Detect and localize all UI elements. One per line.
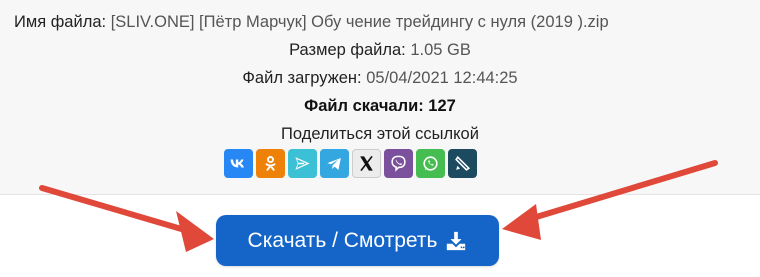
file-size-row: Размер файла: 1.05 GB [0,41,760,60]
upload-date-row: Файл загружен: 05/04/2021 12:44:25 [0,69,760,88]
download-button-label: Скачать / Смотреть [247,228,438,252]
viber-icon[interactable] [384,149,413,178]
file-size-value: 1.05 GB [410,41,471,59]
telegram-icon[interactable] [320,149,349,178]
left-arrow-annotation [39,185,214,252]
download-icon [447,231,466,250]
upload-date-label: Файл загружен: [242,69,362,87]
upload-date-value: 05/04/2021 12:44:25 [366,69,518,87]
file-info-panel: Имя файла: [SLIV.ONE] [Пётр Марчук] Обу … [0,0,760,195]
download-watch-button[interactable]: Скачать / Смотреть [216,215,499,266]
x-twitter-icon[interactable] [352,149,381,178]
odnoklassniki-icon[interactable] [256,149,285,178]
file-name-value: [SLIV.ONE] [Пётр Марчук] Обу чение трейд… [110,13,609,31]
share-buttons [224,149,477,179]
vk-icon[interactable] [224,149,253,178]
download-count-value: 127 [428,97,456,115]
download-count-row: Файл скачали: 127 [0,97,760,116]
file-name-row: Имя файла: [SLIV.ONE] [Пётр Марчук] Обу … [14,13,609,32]
icq-icon[interactable] [288,149,317,178]
download-count-label: Файл скачали: [304,97,424,115]
file-size-label: Размер файла: [289,41,406,59]
whatsapp-icon[interactable] [416,149,445,178]
file-name-label: Имя файла: [14,13,107,31]
livejournal-icon[interactable] [448,149,477,178]
share-label: Поделиться этой ссылкой [281,125,479,143]
